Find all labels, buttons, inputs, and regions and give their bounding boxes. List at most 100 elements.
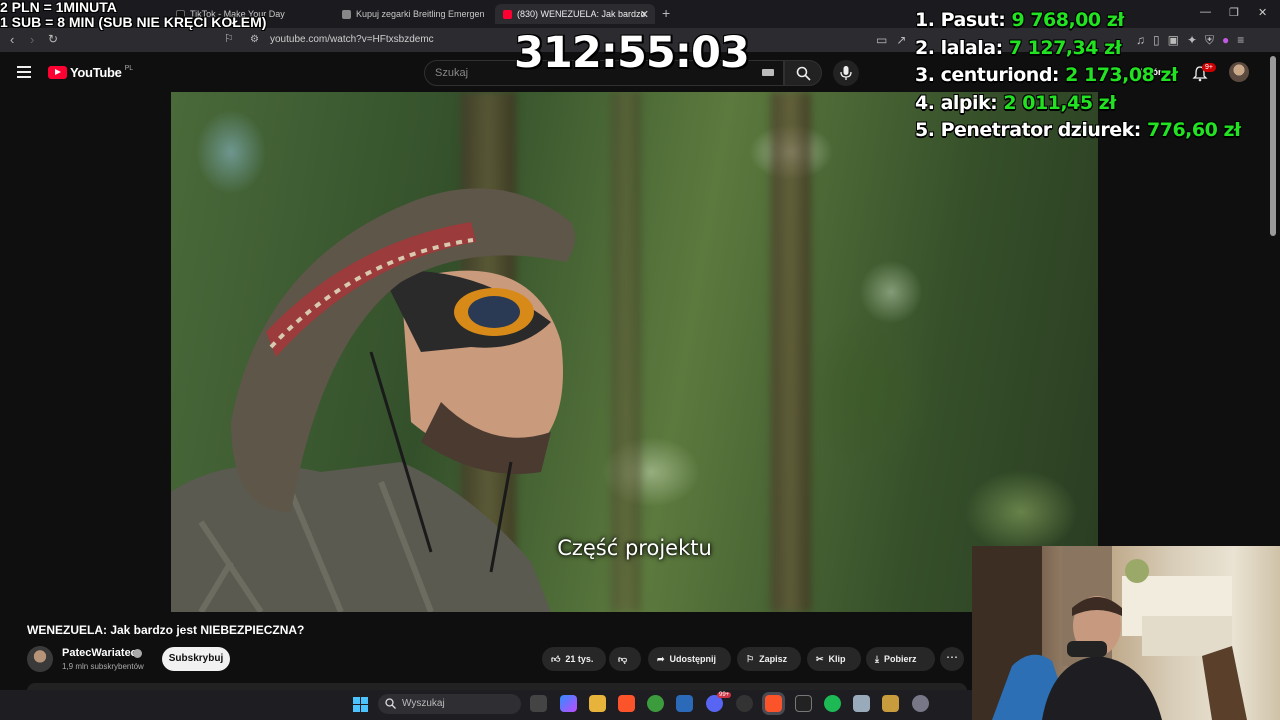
youtube-play-icon <box>48 66 67 79</box>
leaderboard-row: 5. Penetrator dziurek: 776,60 zł <box>915 119 1241 147</box>
download-icon: ⤓ <box>875 653 879 664</box>
tab-label: (830) WENEZUELA: Jak bardzo <box>517 9 646 19</box>
thumbs-up-icon: 👍︎ <box>551 653 561 664</box>
settings-gear-icon[interactable] <box>912 695 929 712</box>
leaderboard-amount: 2 173,08 zł <box>1065 64 1178 86</box>
keyboard-icon[interactable] <box>762 69 774 76</box>
channel-avatar[interactable] <box>27 646 53 672</box>
reload-icon[interactable]: ↻ <box>48 32 58 46</box>
tab-youtube-active[interactable]: (830) WENEZUELA: Jak bardzo ✕ <box>495 4 655 24</box>
screen: TikTok - Make Your Day Kupuj zegarki Bre… <box>0 0 1280 720</box>
bookmark-icon[interactable]: ⚐ <box>224 32 234 45</box>
app-icon[interactable] <box>795 695 812 712</box>
tree-trunk <box>771 92 811 612</box>
share-button[interactable]: ➦ Udostępnij <box>648 647 731 671</box>
calculator-icon[interactable] <box>853 695 870 712</box>
leaderboard-name: alpik: <box>940 91 998 114</box>
hamburger-menu-icon[interactable] <box>17 66 31 78</box>
back-icon[interactable]: ‹ <box>10 32 14 47</box>
leaderboard-rank: 2. <box>915 36 935 59</box>
leaderboard-rank: 1. <box>915 9 935 31</box>
youtube-logo[interactable]: YouTube PL <box>48 65 133 80</box>
clip-button[interactable]: ✂ Klip <box>807 647 861 671</box>
region-code: PL <box>124 64 134 72</box>
league-icon[interactable] <box>882 695 899 712</box>
microphone-icon <box>840 66 852 80</box>
url-text[interactable]: youtube.com/watch?v=HFtxsbzdemc <box>270 34 434 45</box>
brave-browser-icon[interactable] <box>618 695 635 712</box>
share-arrow-icon: ➦ <box>657 653 665 664</box>
leaderboard-row: 2. lalala: 7 127,34 zł <box>915 37 1241 65</box>
leaderboard-name: centuriond: <box>940 64 1060 86</box>
donation-rule-line: 1 SUB = 8 MIN (SUB NIE KRĘCI KOŁEM) <box>0 14 267 30</box>
scissors-icon: ✂ <box>816 653 824 664</box>
leaderboard-amount: 9 768,00 zł <box>1011 9 1124 31</box>
search-placeholder: Szukaj <box>435 67 469 79</box>
video-title: WENEZUELA: Jak bardzo jest NIEBEZPIECZNA… <box>27 623 305 637</box>
leaderboard-row: 3. centuriond: 2 173,08 zł <box>915 64 1241 92</box>
breitling-icon <box>342 9 351 19</box>
new-tab-button[interactable]: + <box>662 5 670 21</box>
donation-rule-line: 2 PLN = 1MINUTA <box>0 0 117 15</box>
logo-text: YouTube <box>70 65 122 80</box>
save-button[interactable]: ⚐ Zapisz <box>737 647 801 671</box>
clip-label: Klip <box>828 654 846 664</box>
streamer-webcam <box>972 546 1280 720</box>
search-button[interactable] <box>784 60 822 86</box>
leaderboard-name: lalala: <box>940 36 1004 59</box>
more-actions-button[interactable]: ⋯ <box>940 647 964 671</box>
verified-icon <box>133 649 142 658</box>
share-icon[interactable]: ↗ <box>896 33 906 47</box>
like-count: 21 tys. <box>565 654 594 664</box>
store-icon[interactable] <box>676 695 693 712</box>
leaderboard-amount: 776,60 zł <box>1147 119 1241 141</box>
thumbs-down-icon: 👎︎ <box>618 653 628 664</box>
chrome-icon[interactable] <box>647 695 664 712</box>
leaderboard-amount: 7 127,34 zł <box>1008 36 1122 59</box>
youtube-favicon-icon <box>503 9 512 19</box>
video-player[interactable]: Część projektu <box>171 92 1098 612</box>
download-button[interactable]: ⤓ Pobierz <box>866 647 935 671</box>
cast-icon[interactable]: ▭ <box>876 33 887 47</box>
save-label: Zapisz <box>759 654 788 664</box>
channel-name[interactable]: PatecWariatec <box>62 647 137 659</box>
close-window-icon[interactable]: ✕ <box>1258 6 1267 19</box>
close-tab-icon[interactable]: ✕ <box>640 8 649 21</box>
leaderboard-rank: 5. <box>915 119 935 141</box>
brave-active-icon[interactable] <box>765 695 782 712</box>
leaderboard-rank: 3. <box>915 64 935 86</box>
webcam-image <box>972 546 1247 720</box>
leaderboard-name: Penetrator dziurek: <box>940 119 1142 141</box>
windows-start-icon[interactable] <box>353 697 368 712</box>
search-icon <box>796 66 811 81</box>
obs-icon[interactable] <box>736 695 753 712</box>
task-view-icon[interactable] <box>530 695 547 712</box>
leaderboard-amount: 2 011,45 zł <box>1003 91 1116 114</box>
extension-icons: ▭ ↗ <box>876 33 906 47</box>
site-info-icon[interactable]: ⚙ <box>250 34 259 45</box>
taskbar-search-placeholder: Wyszukaj <box>402 698 445 709</box>
file-explorer-icon[interactable] <box>589 695 606 712</box>
spotify-icon[interactable] <box>824 695 841 712</box>
donation-rules: 2 PLN = 1MINUTA 1 SUB = 8 MIN (SUB NIE K… <box>0 0 266 30</box>
video-subtitle: Część projektu <box>557 536 712 560</box>
tab-breitling[interactable]: Kupuj zegarki Breitling Emergency II <box>334 4 484 24</box>
like-button[interactable]: 👍︎ 21 tys. <box>542 647 606 671</box>
copilot-icon[interactable] <box>560 695 577 712</box>
share-label: Udostępnij <box>669 654 717 664</box>
voice-search-button[interactable] <box>833 60 859 86</box>
forward-icon[interactable]: › <box>30 32 34 47</box>
discord-badge: 99+ <box>717 692 732 698</box>
channel-subscriber-count: 1,9 mln subskrybentów <box>62 662 144 671</box>
download-label: Pobierz <box>883 654 917 664</box>
video-person-image <box>171 188 575 612</box>
dislike-button[interactable]: 👎︎ <box>609 647 641 671</box>
leaderboard-row: 1. Pasut: 9 768,00 zł <box>915 9 1241 37</box>
donation-leaderboard: 1. Pasut: 9 768,00 zł 2. lalala: 7 127,3… <box>915 9 1241 147</box>
search-icon <box>385 698 396 709</box>
leaderboard-name: Pasut: <box>940 9 1006 31</box>
page-scrollbar[interactable] <box>1270 56 1276 236</box>
bookmark-save-icon: ⚐ <box>746 653 755 664</box>
subscribe-button[interactable]: Subskrybuj <box>162 647 230 671</box>
taskbar-search-input[interactable]: Wyszukaj <box>378 694 521 714</box>
